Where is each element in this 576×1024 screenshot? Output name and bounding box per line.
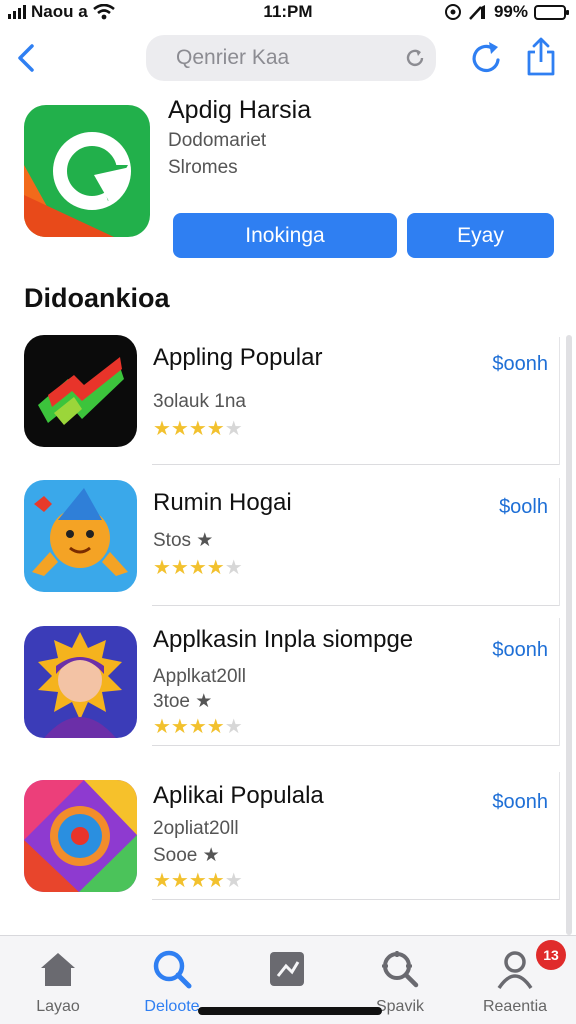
app-icon-colorful (24, 780, 137, 892)
app-price[interactable]: $oolh (499, 496, 548, 519)
battery-icon (534, 4, 569, 20)
battery-percent: 99% (493, 2, 528, 21)
tab-label: Layao (36, 998, 80, 1015)
scrollbar[interactable] (566, 335, 572, 935)
app-price[interactable]: $oonh (492, 639, 548, 662)
rating-stars: ★★★★★ (153, 716, 243, 738)
discover-icon (382, 951, 419, 988)
search-icon (153, 950, 192, 989)
tab-search[interactable]: Deloote (122, 948, 222, 1016)
install-button[interactable]: Inokinga (173, 213, 397, 258)
list-item[interactable]: Applkasin Inpla siompge $oonh Applkat20l… (0, 606, 560, 746)
app-name: Applkasin Inpla siompge (153, 626, 414, 653)
app-icon-chart (24, 335, 137, 447)
app-icon-character (24, 480, 137, 592)
app-price[interactable]: $oonh (492, 353, 548, 376)
tab-games[interactable] (237, 948, 337, 998)
signal-arrow-icon (469, 5, 485, 20)
secondary-action-button[interactable]: Eyay (407, 213, 554, 258)
app-subtitle-2: Sooe ★ (153, 845, 220, 866)
featured-app-icon[interactable] (24, 105, 150, 237)
list-item[interactable]: Appling Popular $oonh 3olauk 1na ★★★★★ (0, 325, 560, 465)
home-indicator[interactable] (198, 1007, 382, 1015)
app-subtitle: Stos ★ (153, 530, 214, 551)
rating-stars: ★★★★★ (153, 870, 243, 892)
tab-label: Reaentia (482, 998, 548, 1015)
tab-discover[interactable]: Spavik (350, 948, 450, 1016)
app-subtitle: 3olauk 1na (153, 391, 246, 412)
navigation-bar (0, 30, 576, 88)
app-icon-avatar (24, 626, 137, 738)
location-icon (444, 4, 461, 20)
share-icon[interactable] (524, 36, 558, 76)
rating-stars: ★★★★★ (153, 557, 243, 579)
chevron-left-icon[interactable] (12, 38, 40, 78)
app-subtitle: 2opliat20ll (153, 818, 239, 839)
list-item[interactable]: Rumin Hogai $oolh Stos ★ ★★★★★ (0, 466, 560, 606)
profile-icon (497, 951, 533, 990)
games-icon (270, 952, 304, 986)
app-name: Rumin Hogai (153, 489, 292, 516)
reload-icon[interactable] (404, 47, 426, 69)
featured-app-category: Slromes (168, 157, 238, 178)
featured-app-developer: Dodomariet (168, 130, 267, 151)
app-name: Appling Popular (153, 344, 323, 371)
status-bar: Naou a 11:PM 99% (0, 0, 576, 26)
search-input[interactable] (146, 35, 436, 81)
search-bar[interactable] (146, 35, 436, 81)
rating-stars: ★★★★★ (153, 418, 243, 440)
list-item[interactable]: Aplikai Populala $oonh 2opliat20ll Sooe … (0, 760, 560, 900)
home-icon (41, 953, 75, 986)
featured-app-title: Apdig Harsia (168, 96, 312, 124)
app-price[interactable]: $oonh (492, 791, 548, 814)
app-subtitle-2: 3toe ★ (153, 691, 213, 712)
section-title: Didoankioa (24, 283, 170, 313)
refresh-icon[interactable] (470, 40, 504, 76)
notification-badge: 13 (536, 940, 566, 970)
app-name: Aplikai Populala (153, 782, 324, 809)
app-subtitle: Applkat20ll (153, 666, 246, 687)
tab-home[interactable]: Layao (8, 948, 108, 1016)
